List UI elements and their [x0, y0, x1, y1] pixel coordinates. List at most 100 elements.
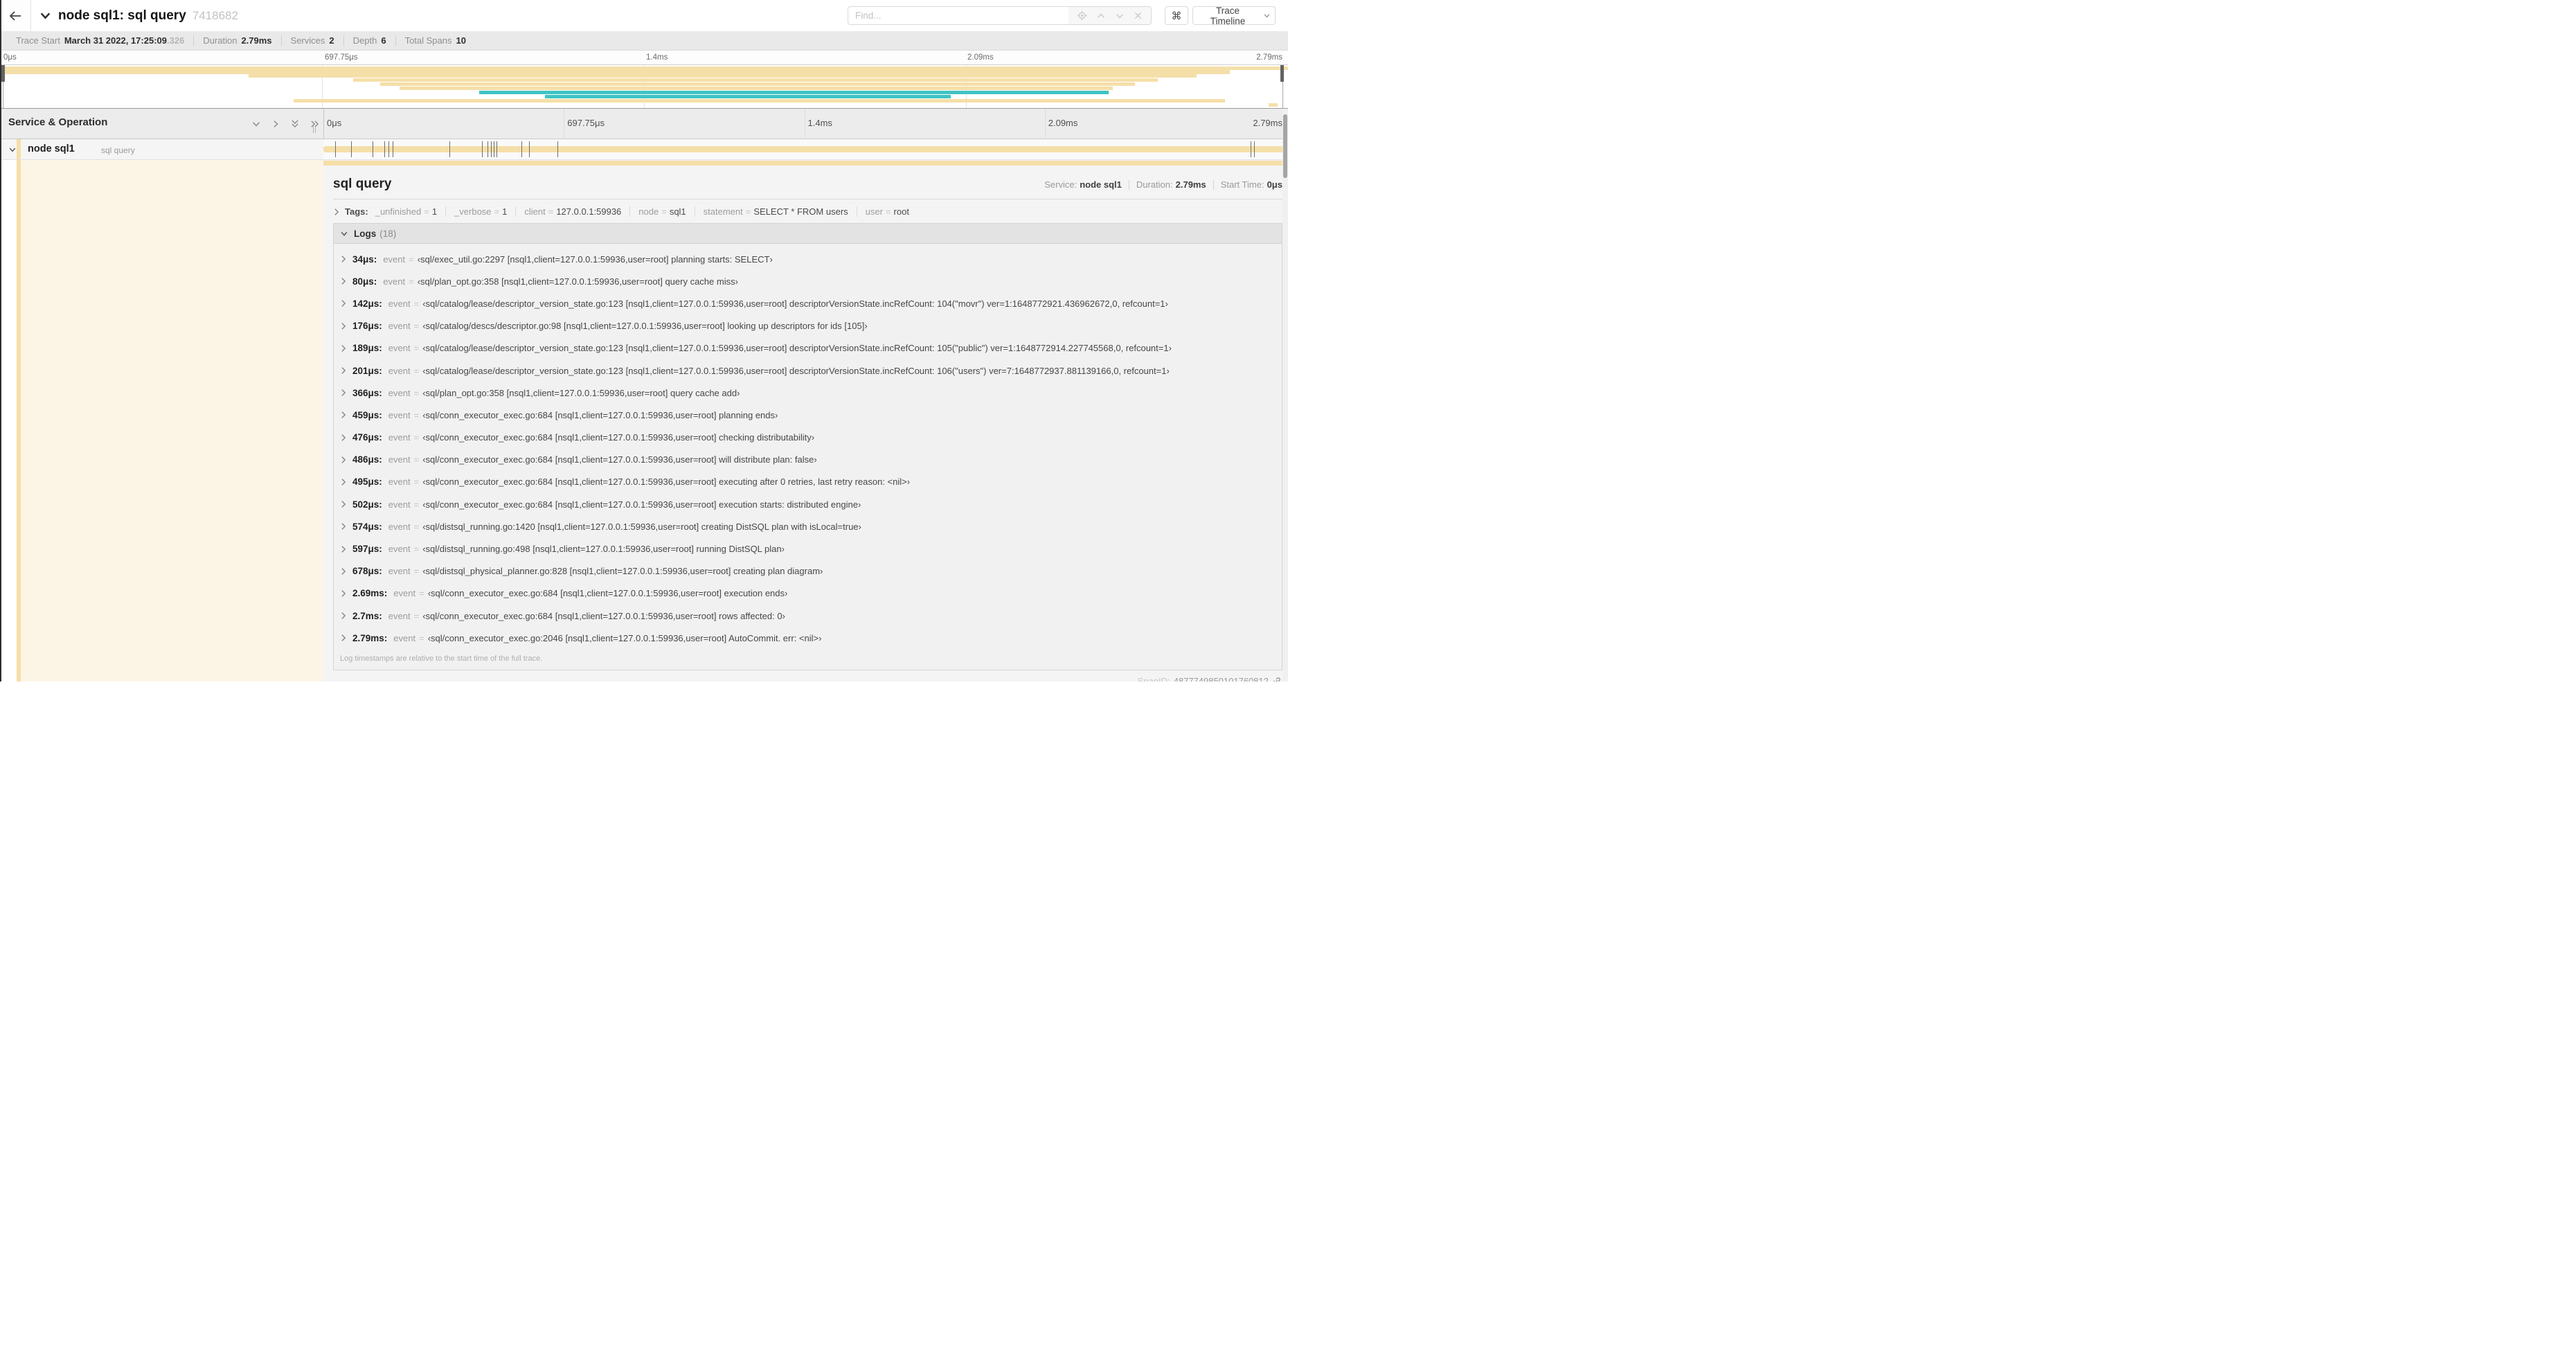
log-row[interactable]: 574μs: event = ‹sql/distsql_running.go:1… — [334, 515, 1282, 537]
focus-match-icon[interactable] — [1077, 10, 1087, 21]
collapse-children-chevron-icon[interactable] — [8, 145, 17, 154]
scrollbar-thumb[interactable] — [1283, 114, 1287, 178]
log-equals: = — [413, 566, 420, 577]
log-row[interactable]: 2.79ms: event = ‹sql/conn_executor_exec.… — [334, 627, 1282, 649]
minimap-span-bar — [0, 70, 1231, 74]
ruler-tick-label: 2.79ms — [1256, 53, 1282, 62]
tags-summary-row[interactable]: Tags: _unfinished = 1 _verbose = 1 clien… — [333, 206, 1282, 217]
log-expand-chevron-icon[interactable] — [340, 634, 347, 642]
log-row[interactable]: 142μs: event = ‹sql/catalog/lease/descri… — [334, 292, 1282, 314]
log-field-key: event — [388, 387, 411, 398]
log-field-key: event — [383, 276, 406, 287]
trace-minimap[interactable] — [0, 64, 1288, 109]
log-row[interactable]: 459μs: event = ‹sql/conn_executor_exec.g… — [334, 404, 1282, 426]
tag-equals: = — [548, 206, 554, 217]
trace-view-selector[interactable]: Trace Timeline — [1192, 6, 1276, 26]
log-expand-chevron-icon[interactable] — [340, 389, 347, 397]
log-field-key: event — [388, 343, 411, 354]
tag-item[interactable]: client = 127.0.0.1:59936 — [515, 206, 621, 217]
tags-expand-chevron-icon[interactable] — [333, 208, 340, 216]
log-row[interactable]: 502μs: event = ‹sql/conn_executor_exec.g… — [334, 493, 1282, 515]
expand-one-icon[interactable] — [271, 118, 280, 129]
log-expand-chevron-icon[interactable] — [340, 522, 347, 531]
log-timestamp: 486μs: — [352, 454, 382, 465]
log-field-key: event — [388, 298, 411, 309]
tag-item[interactable]: statement = SELECT * FROM users — [694, 206, 848, 217]
tag-value: SELECT * FROM users — [753, 206, 848, 217]
log-equals: = — [413, 454, 420, 465]
minimap-left-handle[interactable] — [1, 65, 5, 82]
log-row[interactable]: 486μs: event = ‹sql/conn_executor_exec.g… — [334, 449, 1282, 471]
log-field-key: event — [393, 588, 416, 599]
ruler-tick-label: 697.75μs — [325, 53, 358, 62]
log-field-key: event — [388, 476, 411, 488]
log-expand-chevron-icon[interactable] — [340, 545, 347, 553]
logs-collapse-chevron-icon[interactable] — [340, 230, 348, 238]
deep-link-icon[interactable] — [1272, 677, 1281, 682]
collapse-all-icon[interactable] — [290, 118, 300, 129]
log-row[interactable]: 201μs: event = ‹sql/catalog/lease/descri… — [334, 359, 1282, 382]
span-row-bar-cell[interactable] — [323, 139, 1285, 159]
total-spans-stat: Total Spans 10 — [395, 35, 475, 46]
log-row[interactable]: 189μs: event = ‹sql/catalog/lease/descri… — [334, 337, 1282, 359]
log-row[interactable]: 34μs: event = ‹sql/exec_util.go:2297 [ns… — [334, 248, 1282, 270]
clear-search-icon[interactable] — [1134, 11, 1143, 20]
chevron-down-icon — [1263, 12, 1271, 19]
tag-item[interactable]: _verbose = 1 — [445, 206, 507, 217]
minimap-span-bar — [352, 78, 1159, 82]
log-equals: = — [413, 499, 420, 510]
span-detail-row: sql query Service: node sql1 Duration: 2.7… — [0, 160, 1288, 682]
log-row[interactable]: 2.7ms: event = ‹sql/conn_executor_exec.g… — [334, 605, 1282, 627]
log-row[interactable]: 176μs: event = ‹sql/catalog/descs/descri… — [334, 315, 1282, 337]
log-row[interactable]: 2.69ms: event = ‹sql/conn_executor_exec.… — [334, 582, 1282, 605]
log-row[interactable]: 80μs: event = ‹sql/plan_opt.go:358 [nsql… — [334, 270, 1282, 292]
log-expand-chevron-icon[interactable] — [340, 500, 347, 508]
log-row[interactable]: 366μs: event = ‹sql/plan_opt.go:358 [nsq… — [334, 382, 1282, 404]
log-expand-chevron-icon[interactable] — [340, 322, 347, 330]
next-match-icon[interactable] — [1115, 11, 1125, 21]
tag-item[interactable]: node = sql1 — [629, 206, 686, 217]
log-expand-chevron-icon[interactable] — [340, 612, 347, 620]
tag-item[interactable]: _unfinished = 1 — [375, 206, 437, 217]
column-resizer-grip[interactable] — [313, 125, 316, 133]
span-row-name-cell[interactable]: node sql1 sql query — [0, 139, 323, 159]
detail-left-gutter — [0, 160, 323, 682]
logs-section: Logs (18) 34μs: event = ‹sql/exec_util.g… — [333, 223, 1282, 671]
tag-item[interactable]: user = root — [856, 206, 909, 217]
log-row[interactable]: 495μs: event = ‹sql/conn_executor_exec.g… — [334, 471, 1282, 493]
log-expand-chevron-icon[interactable] — [340, 456, 347, 464]
log-field-key: event — [388, 321, 411, 332]
log-expand-chevron-icon[interactable] — [340, 478, 347, 486]
tags-label: Tags: — [345, 206, 368, 217]
log-timestamp: 366μs: — [352, 387, 382, 398]
log-marker-tick — [1254, 141, 1255, 157]
vertical-scrollbar[interactable] — [1282, 109, 1288, 682]
log-field-key: event — [383, 253, 406, 265]
log-expand-chevron-icon[interactable] — [340, 589, 347, 598]
minimap-right-handle[interactable] — [1280, 65, 1284, 82]
log-expand-chevron-icon[interactable] — [340, 366, 347, 375]
detail-panel: sql query Service: node sql1 Duration: 2.7… — [323, 160, 1288, 682]
find-input[interactable] — [848, 6, 1069, 25]
collapse-one-icon[interactable] — [251, 118, 261, 129]
log-expand-chevron-icon[interactable] — [340, 344, 347, 353]
log-row[interactable]: 678μs: event = ‹sql/distsql_physical_pla… — [334, 560, 1282, 582]
back-button[interactable] — [0, 0, 31, 31]
log-expand-chevron-icon[interactable] — [340, 434, 347, 442]
span-duration-bar[interactable] — [323, 146, 1285, 152]
log-expand-chevron-icon[interactable] — [340, 567, 347, 576]
log-expand-chevron-icon[interactable] — [340, 255, 347, 263]
log-row[interactable]: 476μs: event = ‹sql/conn_executor_exec.g… — [334, 427, 1282, 449]
logs-header[interactable]: Logs (18) — [334, 224, 1282, 244]
log-marker-tick — [557, 141, 558, 157]
collapse-trace-chevron-icon[interactable] — [39, 10, 51, 21]
trace-title: node sql1: sql query 7418682 — [58, 8, 238, 23]
span-row-node-sql1[interactable]: node sql1 sql query — [0, 139, 1288, 160]
log-expand-chevron-icon[interactable] — [340, 299, 347, 308]
log-expand-chevron-icon[interactable] — [340, 411, 347, 419]
keyboard-shortcuts-button[interactable]: ⌘ — [1165, 6, 1188, 25]
log-equals: = — [413, 476, 420, 488]
log-expand-chevron-icon[interactable] — [340, 277, 347, 285]
log-row[interactable]: 597μs: event = ‹sql/distsql_running.go:4… — [334, 537, 1282, 560]
prev-match-icon[interactable] — [1096, 11, 1106, 21]
